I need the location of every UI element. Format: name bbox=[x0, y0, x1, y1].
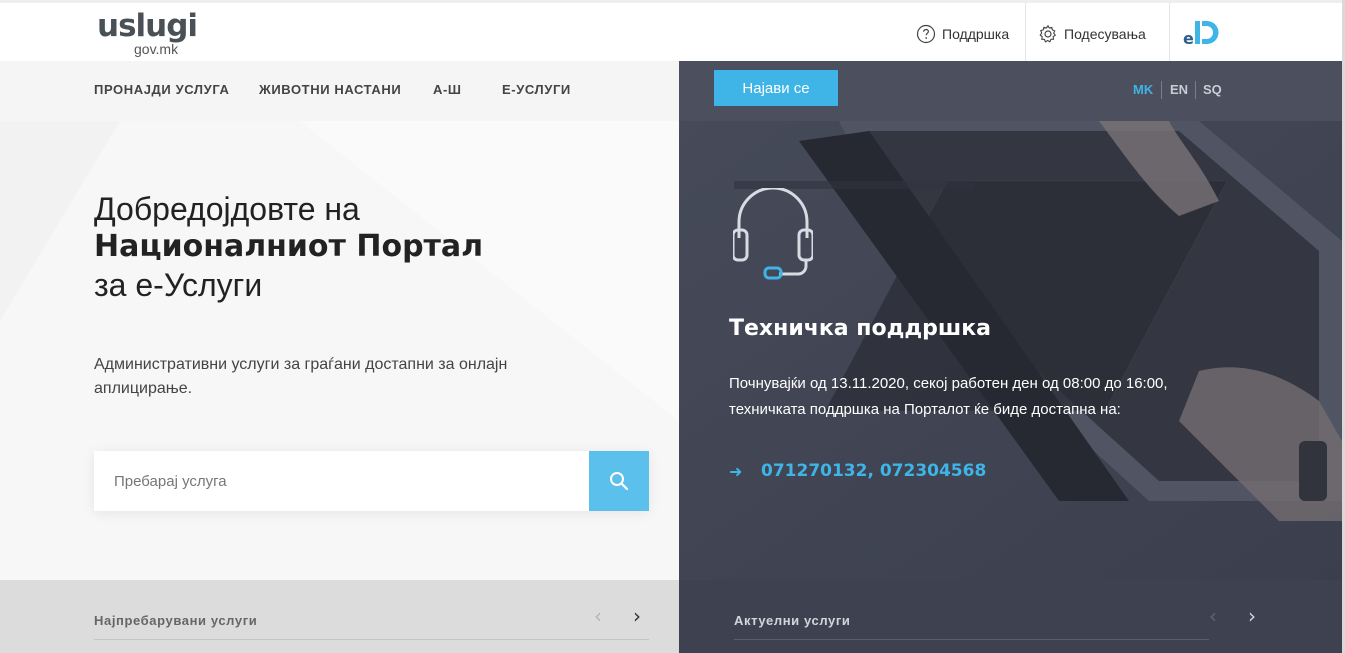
arrow-right-icon: ➜ bbox=[729, 464, 743, 481]
gear-icon bbox=[1039, 24, 1057, 43]
support-panel: Најави се MK EN SQ Техничка поддршка Поч… bbox=[679, 61, 1342, 653]
welcome-line-1: Добредојдовте на bbox=[94, 191, 360, 227]
lang-separator bbox=[1161, 81, 1162, 99]
uslugi-logo[interactable]: uslugi gov.mk bbox=[97, 8, 198, 63]
search-button[interactable] bbox=[589, 451, 649, 511]
current-services-prev-arrow[interactable]: ‹ bbox=[1209, 604, 1217, 628]
support-link[interactable]: Поддршка bbox=[904, 3, 1026, 64]
support-phones[interactable]: 071270132, 072304568 bbox=[761, 461, 986, 481]
eid-icon: e bbox=[1183, 21, 1219, 48]
settings-label: Подесувања bbox=[1064, 25, 1146, 42]
search-input[interactable] bbox=[94, 451, 589, 511]
current-services-title: Актуелни услуги bbox=[734, 613, 851, 628]
most-searched-prev-arrow[interactable]: ‹ bbox=[594, 604, 602, 628]
nav-life-events[interactable]: ЖИВОТНИ НАСТАНИ bbox=[259, 82, 401, 97]
most-searched-title: Најпребарувани услуги bbox=[94, 613, 258, 628]
welcome-heading: Добредојдовте на Националниот Портал за … bbox=[94, 190, 483, 304]
support-label: Поддршка bbox=[942, 25, 1010, 42]
current-services-next-arrow[interactable]: › bbox=[1248, 604, 1256, 628]
search-box bbox=[94, 451, 649, 511]
most-searched-next-arrow[interactable]: › bbox=[633, 604, 641, 628]
svg-text:e: e bbox=[1183, 29, 1194, 47]
nav-find-service[interactable]: ПРОНАЈДИ УСЛУГА bbox=[94, 82, 229, 97]
question-circle-icon bbox=[916, 24, 936, 43]
top-header: uslugi gov.mk Поддршка Подесувања e bbox=[0, 0, 1342, 64]
eid-logo[interactable]: e bbox=[1182, 17, 1228, 48]
nav-a-z[interactable]: А-Ш bbox=[433, 82, 462, 97]
current-services-section: Актуелни услуги ‹ › bbox=[679, 580, 1342, 653]
hero-subtitle: Административни услуги за граѓани достап… bbox=[94, 356, 508, 397]
welcome-line-3: за е-Услуги bbox=[94, 267, 263, 303]
logo-sub-text: gov.mk bbox=[134, 41, 179, 57]
main-navigation: ПРОНАЈДИ УСЛУГА ЖИВОТНИ НАСТАНИ А-Ш Е-УС… bbox=[0, 61, 679, 122]
most-searched-section: Најпребарувани услуги ‹ › bbox=[0, 580, 679, 653]
lang-separator bbox=[1195, 81, 1196, 99]
logo-main-text: uslugi bbox=[97, 8, 198, 44]
section-divider bbox=[94, 639, 649, 640]
lang-mk[interactable]: MK bbox=[1133, 82, 1153, 97]
settings-link[interactable]: Подесувања bbox=[1026, 3, 1170, 64]
right-nav-bar: Најави се MK EN SQ bbox=[679, 61, 1342, 121]
headset-icon bbox=[733, 188, 813, 280]
nav-e-services[interactable]: Е-УСЛУГИ bbox=[502, 82, 571, 97]
search-icon bbox=[610, 472, 629, 491]
lang-en[interactable]: EN bbox=[1170, 82, 1188, 97]
welcome-line-2: Националниот Портал bbox=[94, 229, 484, 264]
support-text: Почнувајќи од 13.11.2020, секој работен … bbox=[729, 375, 1168, 418]
login-button[interactable]: Најави се bbox=[714, 70, 838, 106]
lang-sq[interactable]: SQ bbox=[1203, 82, 1222, 97]
section-divider bbox=[734, 639, 1209, 640]
support-title: Техничка поддршка bbox=[729, 316, 992, 341]
